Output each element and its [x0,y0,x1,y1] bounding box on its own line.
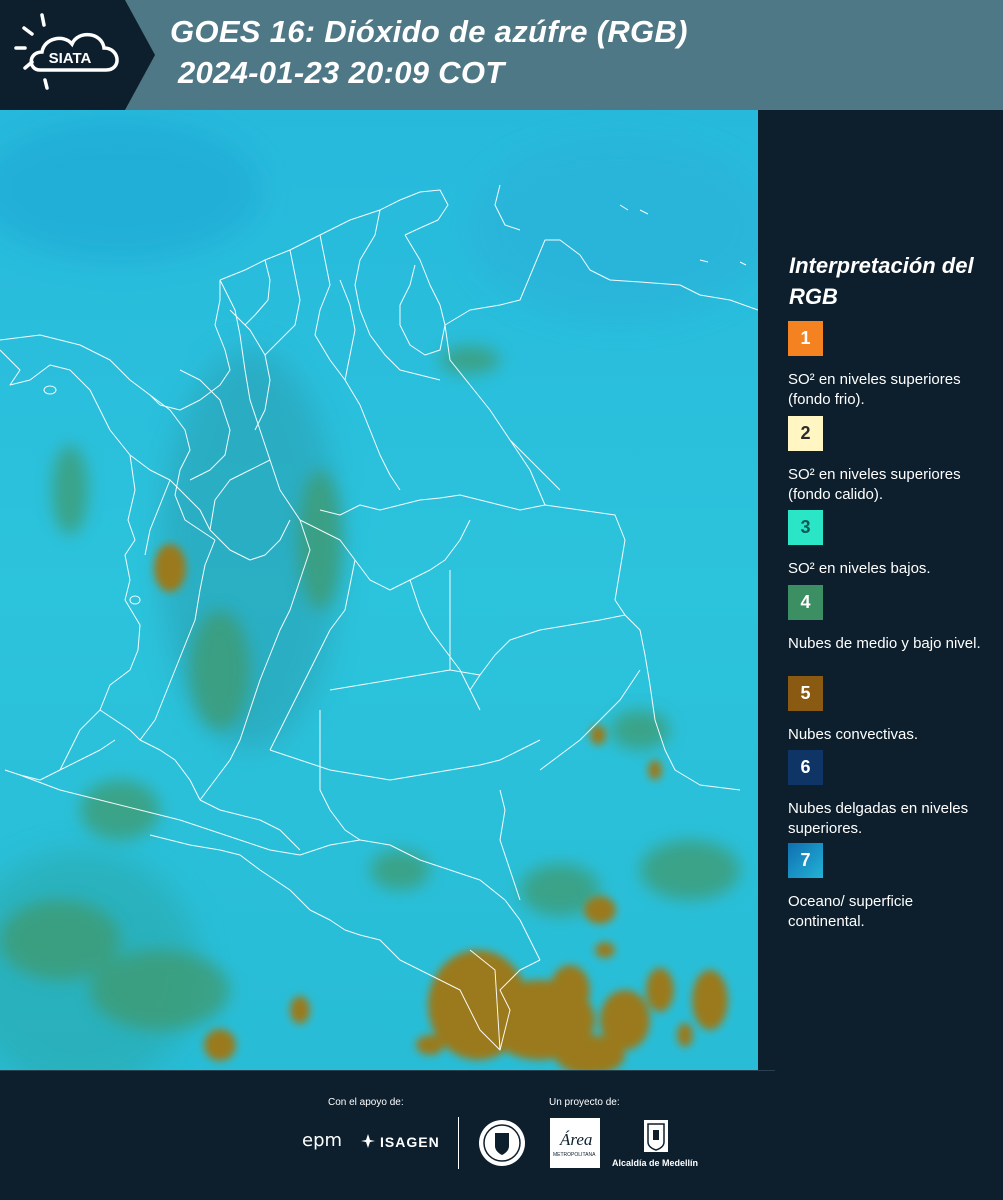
epm-logo: epm [302,1130,343,1151]
legend-swatch-7: 7 [788,843,823,878]
legend-item-4: 4 Nubes de medio y bajo nivel. [788,585,993,654]
footer-divider-line [0,1070,775,1071]
legend-item-7: 7 Oceano/ superficie continental. [788,843,993,932]
legend-item-6: 6 Nubes delgadas en niveles superiores. [788,750,993,839]
legend-title: Interpretación del RGB [789,253,974,309]
area-logo-subtext: METROPOLITANA [553,1152,596,1158]
legend-label-2: SO² en niveles superiores (fondo calido)… [788,466,961,503]
satellite-map [0,110,758,1070]
legend-label-1: SO² en niveles superiores (fondo frio). [788,371,961,408]
legend-item-3: 3 SO² en niveles bajos. [788,510,993,579]
medellin-seal-icon [479,1120,525,1166]
area-metropolitana-logo: Área METROPOLITANA [550,1118,600,1168]
timestamp-title: 2024-01-23 20:09 COT [178,55,505,90]
legend-swatch-6: 6 [788,750,823,785]
legend-swatch-1: 1 [788,321,823,356]
support-label: Con el apoyo de: [328,1097,404,1108]
area-logo-text: Área [560,1130,593,1149]
legend-label-3: SO² en niveles bajos. [788,560,931,577]
siata-logo: SIATA [0,0,155,110]
legend-panel: Interpretación del RGB 1 SO² en niveles … [758,110,1003,1070]
legend-label-4: Nubes de medio y bajo nivel. [788,635,981,652]
legend-item-5: 5 Nubes convectivas. [788,676,993,745]
legend-item-2: 2 SO² en niveles superiores (fondo calid… [788,416,993,505]
legend-label-6: Nubes delgadas en niveles superiores. [788,800,969,837]
legend-item-1: 1 SO² en niveles superiores (fondo frio)… [788,321,993,410]
alcaldia-logo-text: Alcaldía de Medellín [612,1158,699,1168]
footer-vertical-divider [458,1117,459,1169]
isagen-icon [361,1134,375,1148]
legend-swatch-2: 2 [788,416,823,451]
isagen-logo: ISAGEN [380,1134,440,1150]
legend-swatch-3: 3 [788,510,823,545]
alcaldia-shield-icon [644,1120,668,1152]
footer: Con el apoyo de: Un proyecto de: epm ISA… [0,1070,1003,1200]
project-label: Un proyecto de: [549,1097,620,1108]
header-bar: SIATA GOES 16: Dióxido de azúfre (RGB) 2… [0,0,1003,110]
siata-logo-text: SIATA [49,50,92,67]
legend-swatch-5: 5 [788,676,823,711]
page-title: GOES 16: Dióxido de azúfre (RGB) [170,14,688,49]
legend-label-5: Nubes convectivas. [788,726,919,743]
legend-label-7: Oceano/ superficie continental. [788,893,914,930]
legend-swatch-4: 4 [788,585,823,620]
